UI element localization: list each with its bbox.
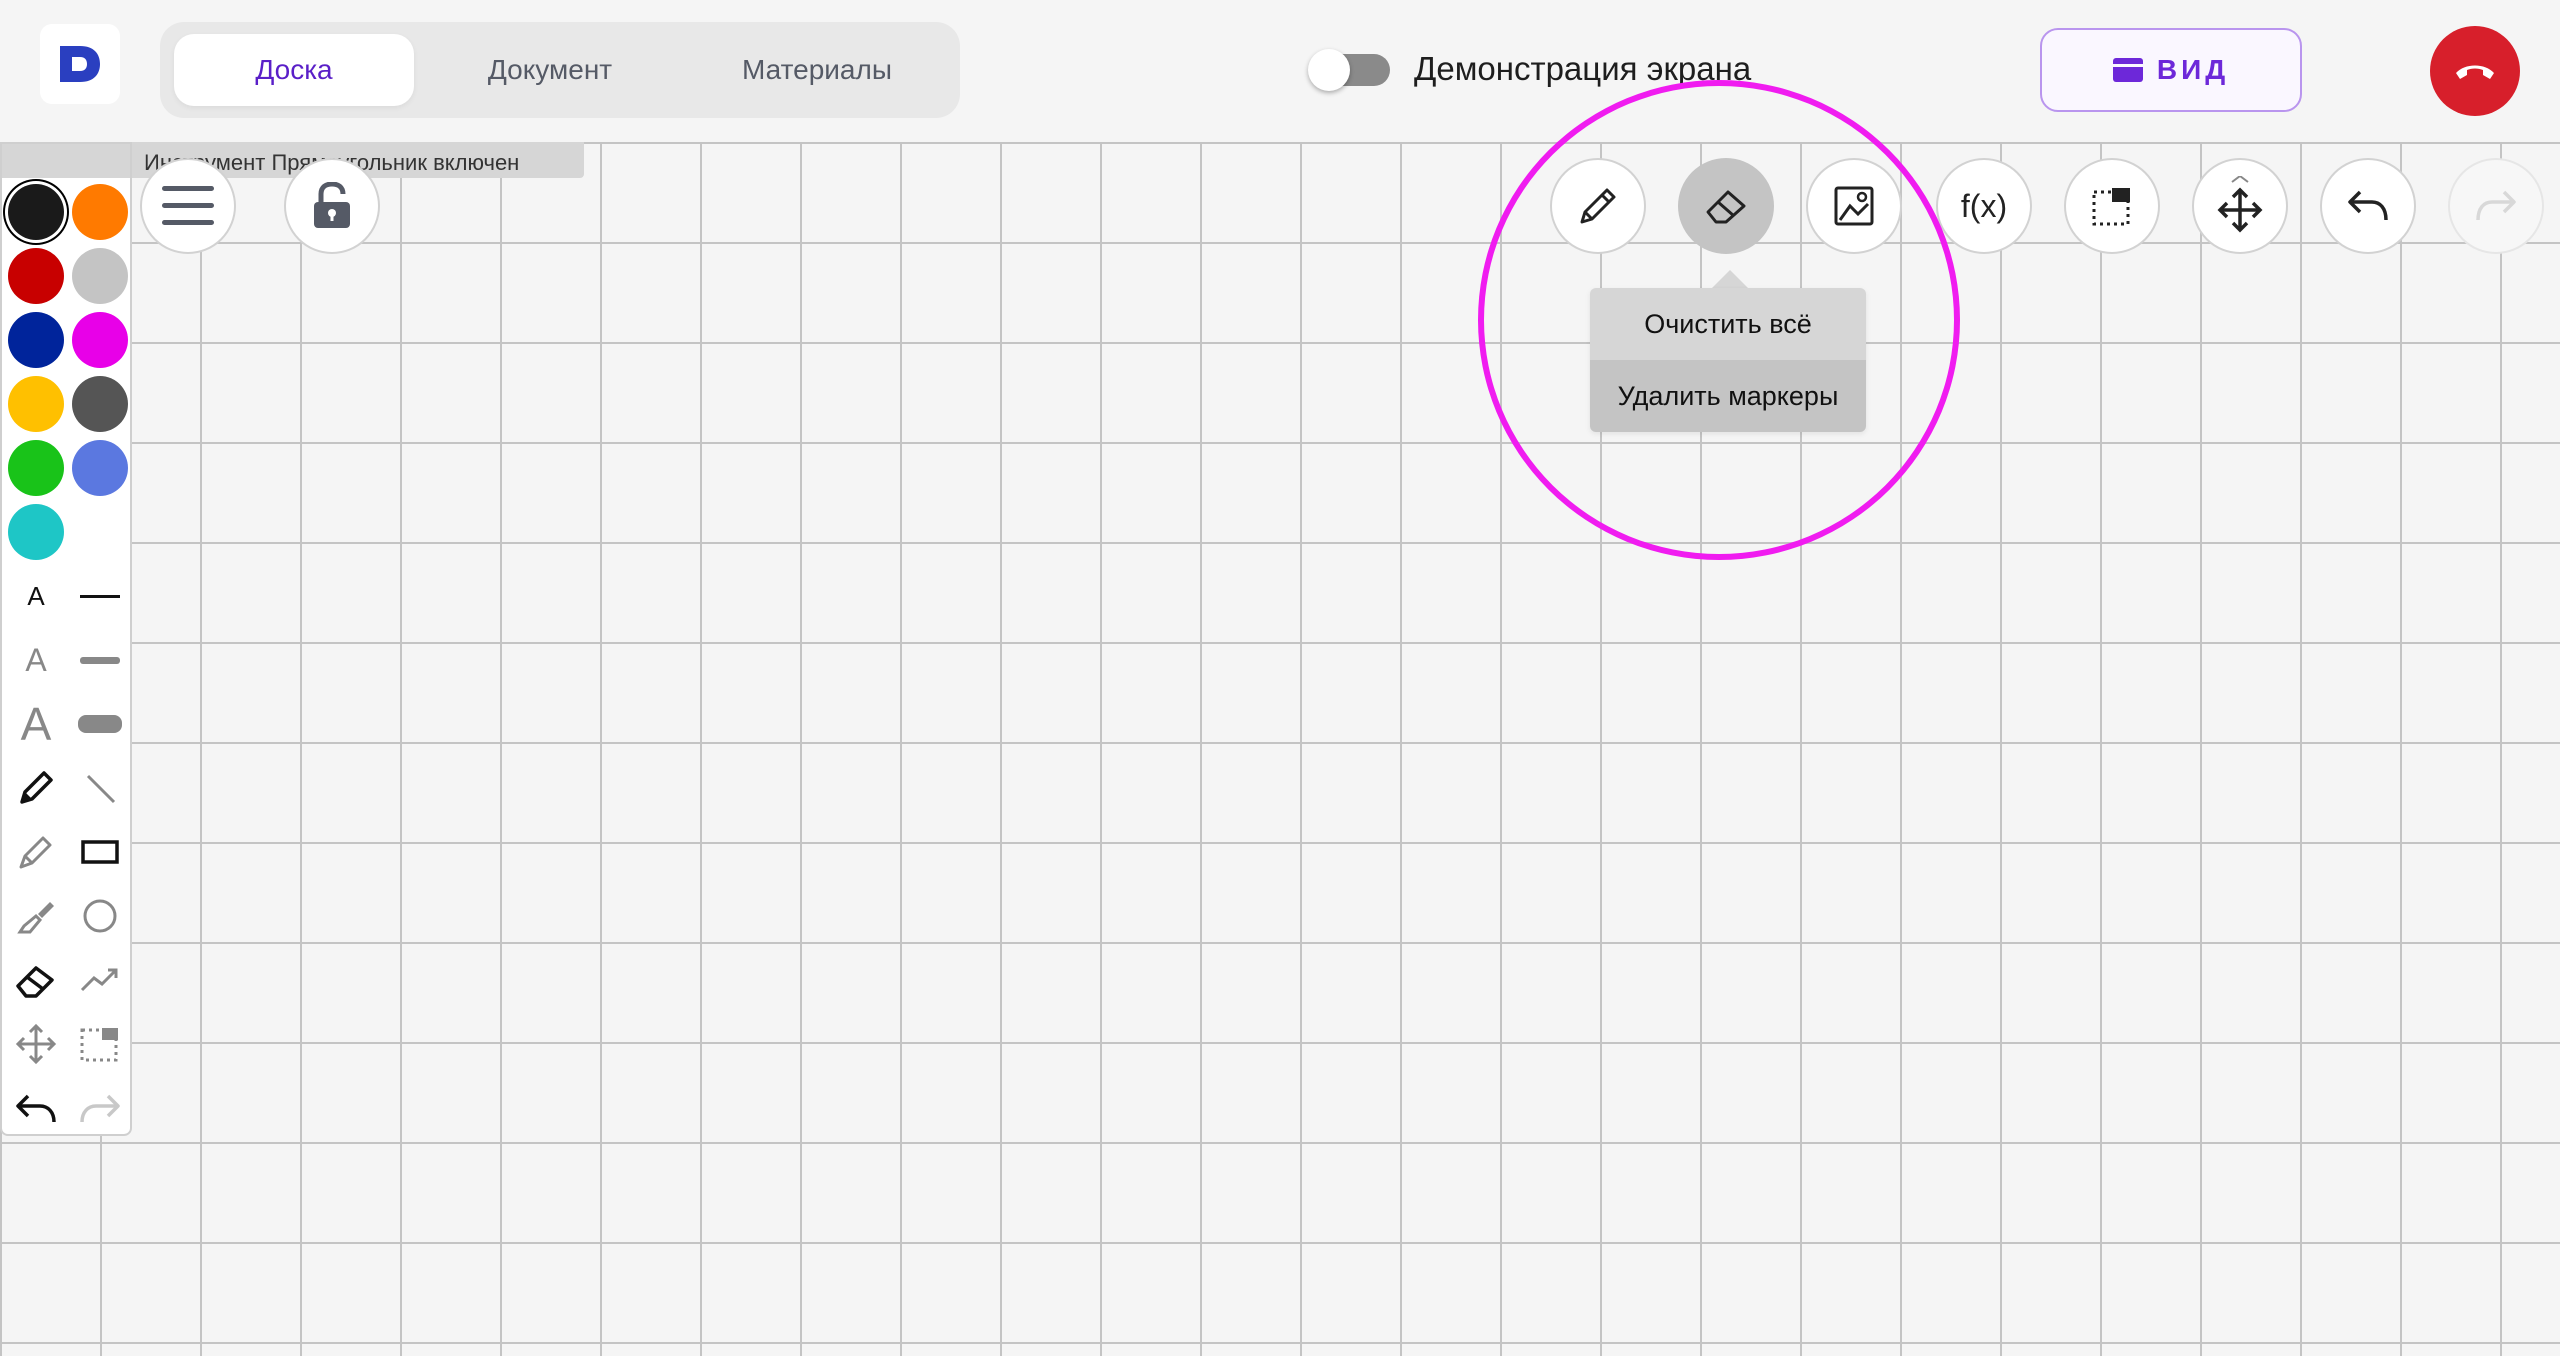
toolbox-panel: A A A [0,142,132,1136]
pencil-icon [1580,188,1616,224]
text-size-large-label: A [20,698,52,750]
toolbar-formula-button[interactable]: f(x) [1936,158,2032,254]
menu-button[interactable] [140,158,236,254]
redo-icon [2476,190,2516,221]
marker-icon [19,836,52,869]
line-width-thick[interactable] [72,696,128,752]
hamburger-icon [162,186,214,225]
color-swatch-magenta[interactable] [72,312,128,368]
line-medium-icon [80,657,120,664]
move-icon [2217,176,2263,233]
screen-share-label: Демонстрация экрана [1414,50,1752,87]
tool-move[interactable] [8,1016,64,1072]
text-size-small-label: A [27,580,45,611]
tool-undo[interactable] [8,1080,64,1136]
top-header: Доска Документ Материалы Демонстрация эк… [0,0,2560,142]
toolbar-redo-button[interactable] [2448,158,2544,254]
line-thick-icon [78,715,122,733]
tool-line[interactable] [72,760,128,816]
color-swatch-black[interactable] [8,184,64,240]
redo-icon [80,1094,120,1123]
tool-pencil[interactable] [8,760,64,816]
unlock-icon [314,182,350,228]
tab-document[interactable]: Документ [430,34,670,106]
text-size-small[interactable]: A [8,568,64,624]
toolbar-select-area-button[interactable] [2064,158,2160,254]
tool-eraser[interactable] [8,952,64,1008]
remove-markers-menu-item[interactable]: Удалить маркеры [1590,360,1866,432]
clear-all-menu-item[interactable]: Очистить всё [1590,288,1866,360]
view-tabs: Доска Документ Материалы [160,22,960,118]
tool-select[interactable] [72,1016,128,1072]
view-button[interactable]: ВИД [2040,28,2302,112]
select-icon [80,1028,118,1062]
line-thin-icon [80,595,120,598]
hangup-button[interactable] [2430,26,2520,116]
eraser-menu-caret [1712,270,1748,288]
line-width-medium[interactable] [72,632,128,688]
color-swatch-light-gray[interactable] [72,248,128,304]
toolbar-eraser-button[interactable] [1678,158,1774,254]
eraser-icon [1706,190,1746,224]
tool-rectangle[interactable] [72,824,128,880]
line-width-thin[interactable] [72,568,128,624]
toolbox-header [2,144,130,178]
line-icon [86,774,116,804]
phone-hangup-icon [2456,65,2494,79]
undo-icon [16,1094,56,1123]
toolbar-undo-button[interactable] [2320,158,2416,254]
text-size-medium-label: A [25,641,47,678]
tool-circle[interactable] [72,888,128,944]
select-area-icon [2092,188,2130,226]
text-size-medium[interactable]: A [8,632,64,688]
app-logo[interactable] [40,24,120,104]
color-swatch-orange[interactable] [72,184,128,240]
color-swatch-navy[interactable] [8,312,64,368]
pencil-icon [20,771,53,804]
formula-icon: f(x) [1960,187,2008,224]
image-icon [1834,186,1874,226]
rectangle-icon [81,840,119,864]
undo-icon [2348,190,2388,221]
toggle-knob [1308,49,1350,91]
color-swatch-blue[interactable] [72,440,128,496]
polyline-icon [80,968,118,992]
eraser-menu: Очистить всё Удалить маркеры [1590,288,1866,432]
view-panel-icon [2112,58,2143,82]
tool-brush[interactable] [8,888,64,944]
color-swatch-yellow[interactable] [8,376,64,432]
tool-redo[interactable] [72,1080,128,1136]
brush-icon [17,902,54,934]
toolbar-move-button[interactable] [2192,158,2288,254]
tab-materials[interactable]: Материалы [690,34,944,106]
tool-polyline[interactable] [72,952,128,1008]
view-button-label: ВИД [2156,54,2230,85]
toolbar-pencil-button[interactable] [1550,158,1646,254]
toolbar-image-button[interactable] [1806,158,1902,254]
color-swatch-cyan[interactable] [8,504,64,560]
tab-board[interactable]: Доска [174,34,414,106]
tool-marker[interactable] [8,824,64,880]
color-swatch-dark-gray[interactable] [72,376,128,432]
text-size-large[interactable]: A [8,696,64,752]
color-swatch-red[interactable] [8,248,64,304]
whiteboard-canvas[interactable] [0,142,2560,1356]
logo-d-icon [60,46,100,82]
circle-icon [83,899,117,933]
color-swatch-green[interactable] [8,440,64,496]
lock-button[interactable] [284,158,380,254]
move-icon [15,1023,57,1065]
screen-share-toggle[interactable] [1308,49,1390,91]
eraser-icon [16,966,54,998]
